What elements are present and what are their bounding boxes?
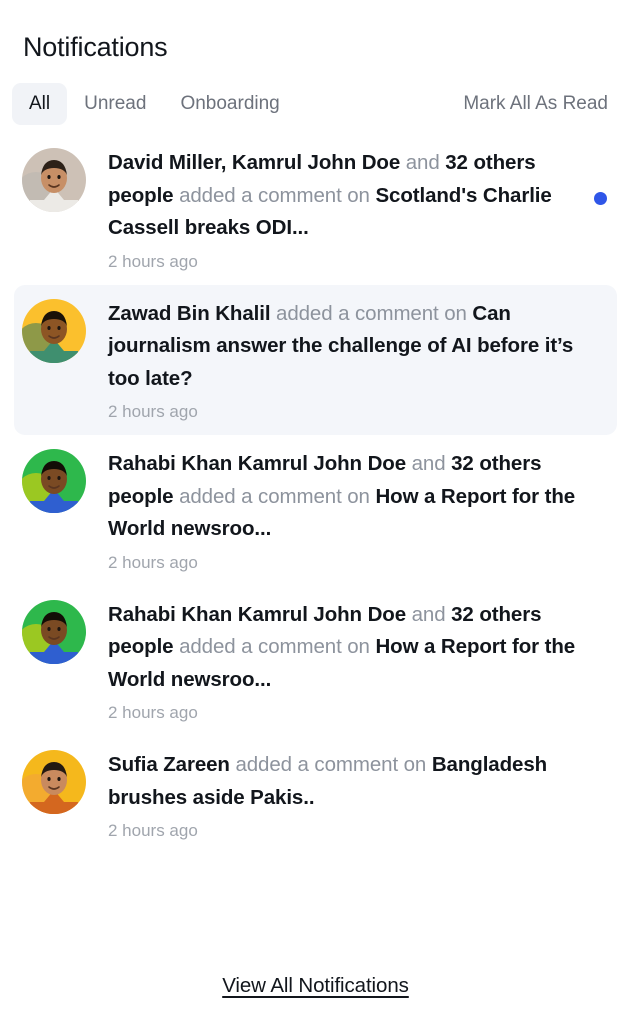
notification-actors: Rahabi Khan Kamrul John Doe <box>108 452 407 475</box>
notification-action: added a comment on <box>173 635 376 658</box>
notification-connector: and <box>406 452 452 475</box>
notification-action: added a comment on <box>173 484 376 508</box>
notification-action: added a comment on <box>173 183 376 207</box>
panel-footer: View All Notifications <box>0 956 631 1024</box>
notification-connector: and <box>406 602 452 626</box>
notification-actors: Zawad Bin Khalil <box>108 301 271 325</box>
notification-text: Sufia Zareen added a comment on Banglade… <box>108 749 603 814</box>
view-all-notifications-link[interactable]: View All Notifications <box>222 974 409 998</box>
avatar <box>22 599 86 664</box>
notification-timestamp: 2 hours ago <box>108 251 198 271</box>
notification-connector: and <box>400 151 446 174</box>
tab-onboarding[interactable]: Onboarding <box>163 83 296 125</box>
avatar <box>22 750 86 814</box>
notification-timestamp: 2 hours ago <box>108 552 198 572</box>
tab-bar: All Unread Onboarding Mark All As Read <box>0 64 631 125</box>
page-title: Notifications <box>23 32 168 62</box>
notification-text: Rahabi Khan Kamrul John Doe and 32 other… <box>108 599 603 697</box>
notification-item[interactable]: David Miller, Kamrul John Doe and 32 oth… <box>0 134 617 285</box>
mark-all-as-read-button[interactable]: Mark All As Read <box>463 83 619 125</box>
notification-item[interactable]: Sufia Zareen added a comment on Banglade… <box>0 736 617 854</box>
notification-action: added a comment on <box>229 753 432 776</box>
notification-list: David Miller, Kamrul John Doe and 32 oth… <box>0 124 631 956</box>
notification-timestamp: 2 hours ago <box>108 821 198 840</box>
notification-timestamp: 2 hours ago <box>108 402 198 421</box>
avatar <box>22 148 86 212</box>
notification-text: Zawad Bin Khalil added a comment on Can … <box>108 298 603 396</box>
notifications-panel: Notifications All Unread Onboarding Mark… <box>0 0 631 1024</box>
notification-item[interactable]: Zawad Bin Khalil added a comment on Can … <box>14 284 617 435</box>
notification-text: David Miller, Kamrul John Doe and 32 oth… <box>108 147 603 245</box>
tab-all[interactable]: All <box>12 83 68 125</box>
notification-body: David Miller, Kamrul John Doe and 32 oth… <box>86 146 603 273</box>
notification-body: Rahabi Khan Kamrul John Doe and 32 other… <box>86 447 603 574</box>
notification-actors: David Miller, Kamrul John Doe <box>108 151 401 174</box>
notification-timestamp: 2 hours ago <box>108 703 198 722</box>
unread-dot-icon <box>594 192 607 205</box>
notification-item[interactable]: Rahabi Khan Kamrul John Doe and 32 other… <box>0 435 617 586</box>
avatar <box>22 449 86 513</box>
notification-text: Rahabi Khan Kamrul John Doe and 32 other… <box>108 448 603 546</box>
notification-body: Sufia Zareen added a comment on Banglade… <box>86 748 603 842</box>
notification-actors: Rahabi Khan Kamrul John Doe <box>108 602 407 626</box>
notification-body: Rahabi Khan Kamrul John Doe and 32 other… <box>86 598 603 725</box>
notification-action: added a comment on <box>270 301 473 325</box>
tab-unread[interactable]: Unread <box>67 83 163 125</box>
notification-body: Zawad Bin Khalil added a comment on Can … <box>86 297 603 424</box>
notification-actors: Sufia Zareen <box>108 753 230 776</box>
notification-item[interactable]: Rahabi Khan Kamrul John Doe and 32 other… <box>0 586 617 737</box>
avatar <box>22 298 86 363</box>
